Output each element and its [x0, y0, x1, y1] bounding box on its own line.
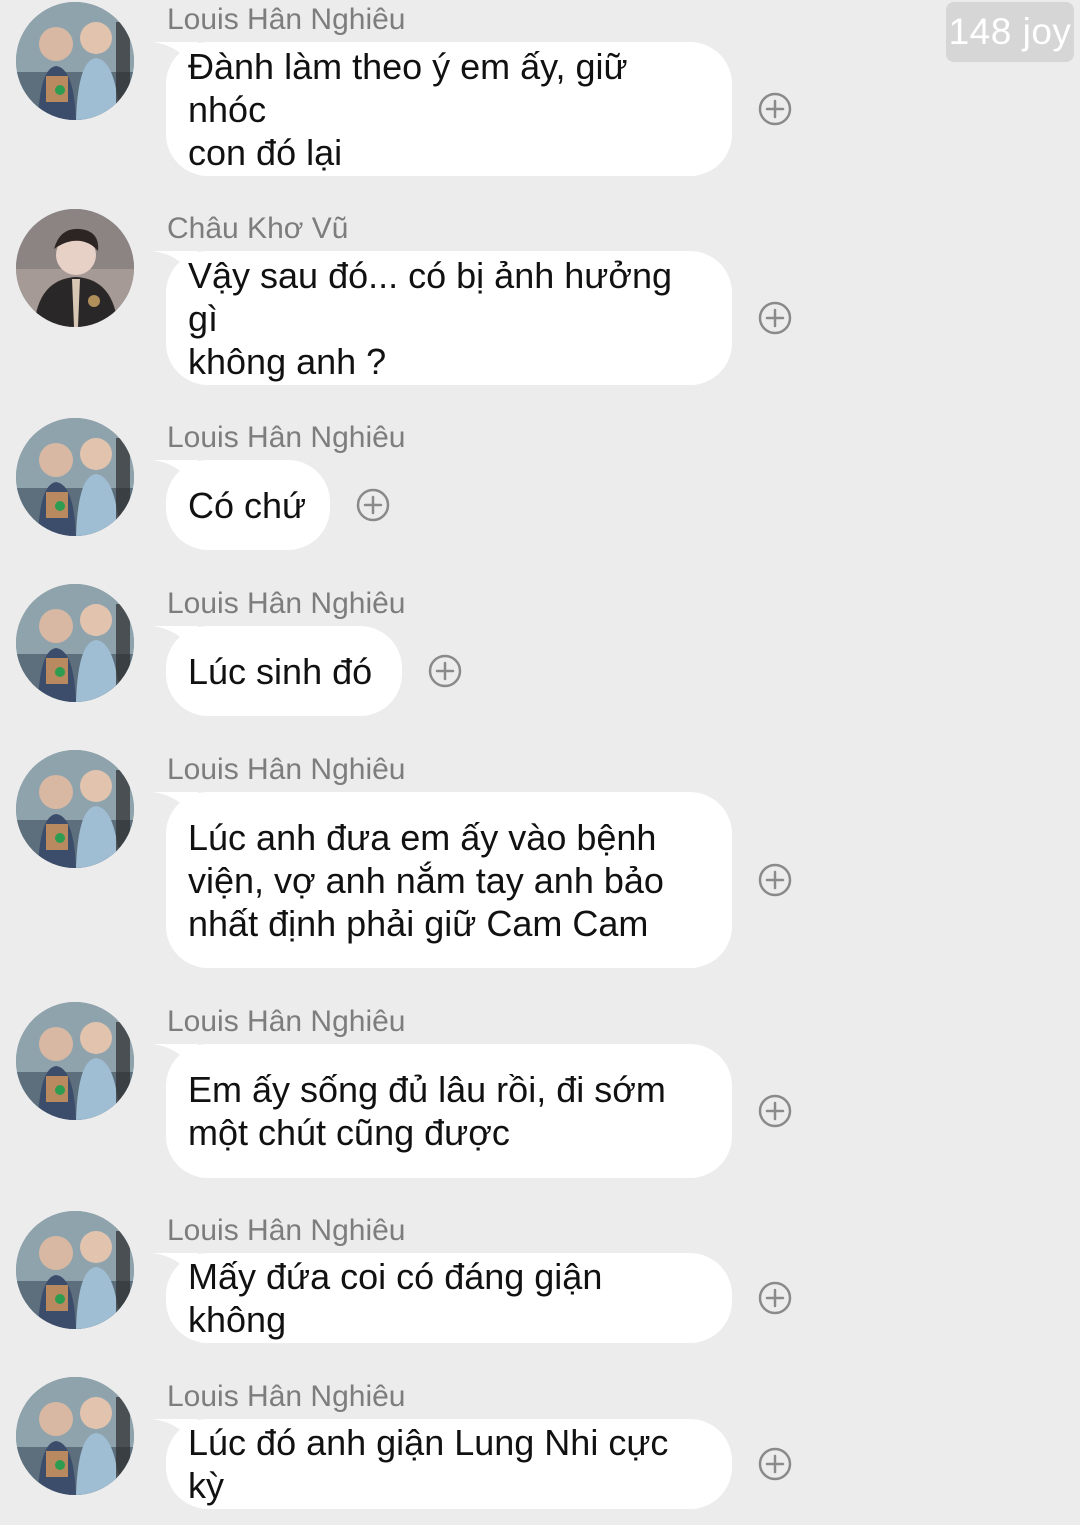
sender-name: Louis Hân Nghiêu [167, 1380, 406, 1413]
chat-message: Châu Khơ Vũ Vậy sau đó... có bị ảnh hưởn… [0, 209, 900, 389]
message-bubble[interactable]: Lúc đó anh giận Lung Nhi cực kỳ [152, 1419, 732, 1509]
add-reaction-icon[interactable] [758, 1281, 792, 1315]
avatar[interactable] [16, 418, 134, 536]
message-text: Có chứ [188, 484, 307, 526]
sender-name: Louis Hân Nghiêu [167, 3, 406, 36]
sender-name: Louis Hân Nghiêu [167, 753, 406, 786]
message-bubble[interactable]: Lúc anh đưa em ấy vào bệnh viện, vợ anh … [152, 792, 732, 968]
add-reaction-icon[interactable] [758, 92, 792, 126]
chat-message: Louis Hân Nghiêu Em ấy sống đủ lâu rồi, … [0, 1002, 900, 1182]
message-bubble[interactable]: Có chứ [152, 460, 330, 550]
message-bubble[interactable]: Lúc sinh đó [152, 626, 402, 716]
message-text: Lúc anh đưa em ấy vào bệnh viện, vợ anh … [188, 816, 664, 944]
message-text: Mấy đứa coi có đáng giận không [188, 1256, 603, 1340]
chat-message: Louis Hân Nghiêu Đành làm theo ý em ấy, … [0, 0, 900, 180]
message-bubble[interactable]: Mấy đứa coi có đáng giận không [152, 1253, 732, 1343]
message-text: Em ấy sống đủ lâu rồi, đi sớm một chút c… [188, 1069, 666, 1153]
chat-message: Louis Hân Nghiêu Có chứ [0, 418, 900, 558]
message-text: Lúc sinh đó [188, 650, 373, 692]
sender-name: Louis Hân Nghiêu [167, 1214, 406, 1247]
avatar[interactable] [16, 1211, 134, 1329]
chat-message: Louis Hân Nghiêu Lúc sinh đó [0, 584, 900, 724]
avatar[interactable] [16, 2, 134, 120]
add-reaction-icon[interactable] [428, 654, 462, 688]
sender-name: Louis Hân Nghiêu [167, 1005, 406, 1038]
message-text: Lúc đó anh giận Lung Nhi cực kỳ [188, 1422, 669, 1506]
sender-name: Louis Hân Nghiêu [167, 421, 406, 454]
avatar[interactable] [16, 1002, 134, 1120]
chat-message: Louis Hân Nghiêu Lúc anh đưa em ấy vào b… [0, 750, 900, 972]
add-reaction-icon[interactable] [758, 1094, 792, 1128]
sender-name: Châu Khơ Vũ [167, 212, 349, 245]
add-reaction-icon[interactable] [758, 1447, 792, 1481]
avatar[interactable] [16, 750, 134, 868]
add-reaction-icon[interactable] [758, 863, 792, 897]
message-text: Vậy sau đó... có bị ảnh hưởng gì không a… [188, 254, 673, 382]
chat-message: Louis Hân Nghiêu Lúc đó anh giận Lung Nh… [0, 1377, 900, 1517]
message-bubble[interactable]: Đành làm theo ý em ấy, giữ nhóc con đó l… [152, 42, 732, 176]
avatar[interactable] [16, 209, 134, 327]
add-reaction-icon[interactable] [356, 488, 390, 522]
avatar[interactable] [16, 584, 134, 702]
avatar[interactable] [16, 1377, 134, 1495]
watermark-label: 148 joy [946, 2, 1074, 62]
sender-name: Louis Hân Nghiêu [167, 587, 406, 620]
message-bubble[interactable]: Em ấy sống đủ lâu rồi, đi sớm một chút c… [152, 1044, 732, 1178]
add-reaction-icon[interactable] [758, 301, 792, 335]
message-text: Đành làm theo ý em ấy, giữ nhóc con đó l… [188, 45, 628, 173]
message-bubble[interactable]: Vậy sau đó... có bị ảnh hưởng gì không a… [152, 251, 732, 385]
chat-message: Louis Hân Nghiêu Mấy đứa coi có đáng giậ… [0, 1211, 900, 1351]
